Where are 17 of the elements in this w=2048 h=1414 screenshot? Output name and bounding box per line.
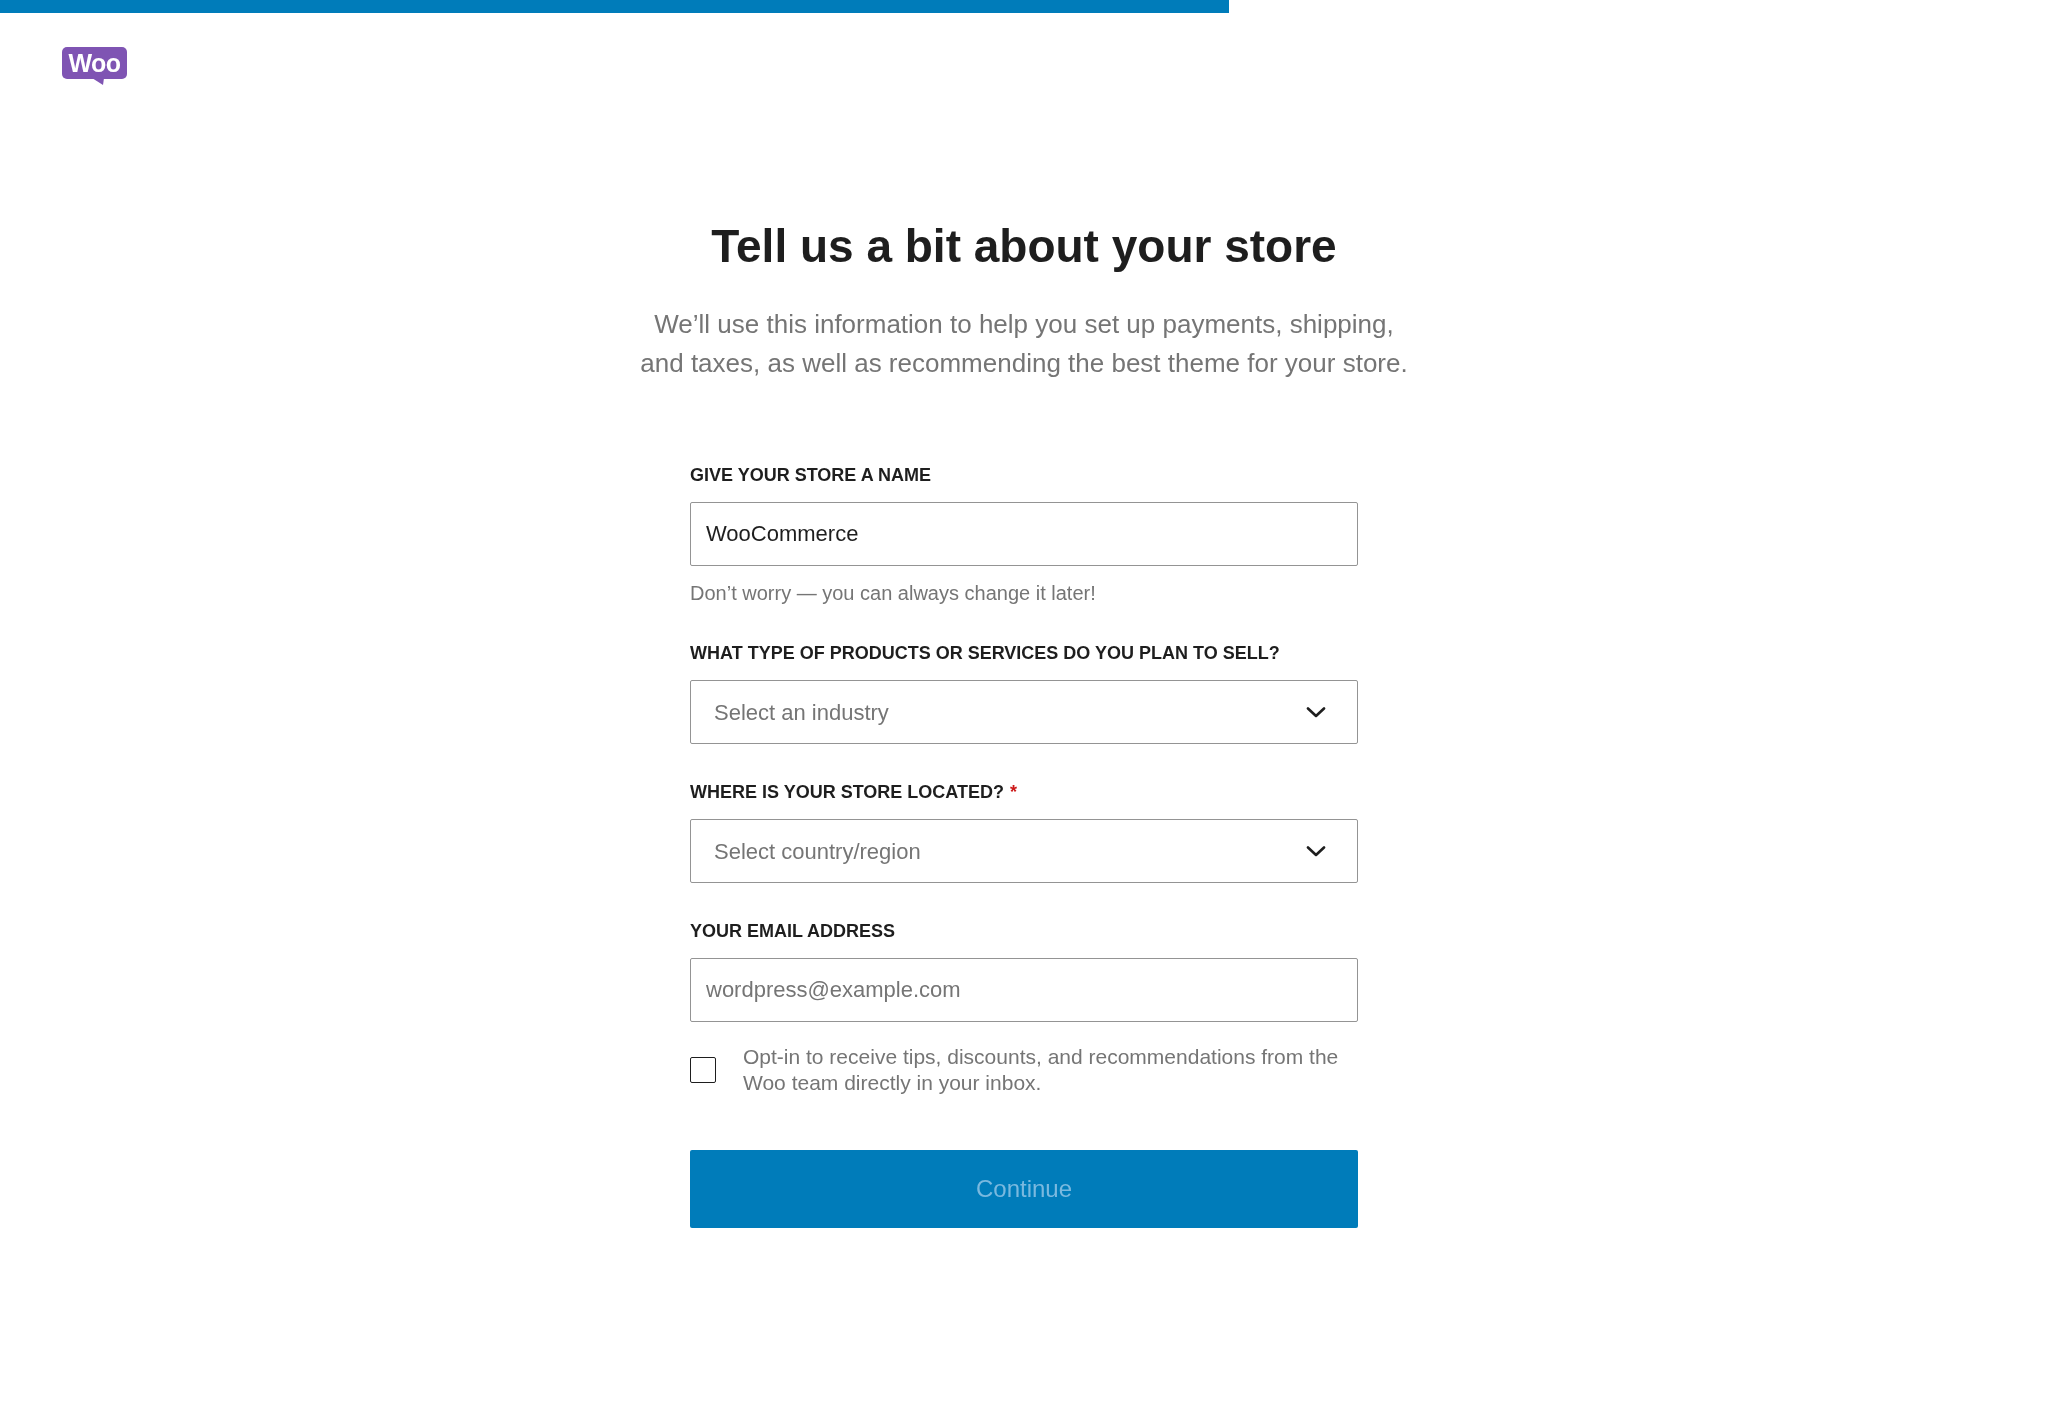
page-title: Tell us a bit about your store bbox=[711, 219, 1337, 274]
field-label: WHAT TYPE OF PRODUCTS OR SERVICES DO YOU PLAN TO SELL? bbox=[690, 642, 1280, 664]
dropdown[interactable]: Select an industry bbox=[690, 680, 1358, 744]
chevron-down-icon bbox=[1306, 706, 1326, 718]
checkbox[interactable] bbox=[690, 1057, 716, 1083]
chevron-down-icon bbox=[1306, 845, 1326, 857]
required-asterisk: * bbox=[1010, 781, 1018, 803]
field-label: GIVE YOUR STORE A NAME bbox=[690, 464, 932, 486]
dropdown[interactable]: Select country/region bbox=[690, 819, 1358, 883]
subtitle: We’ll use this information to help you set up payments, shipping, and taxes, as well as recommending the best theme for your store. bbox=[639, 308, 1409, 380]
help-text: Don’t worry — you can always change it later! bbox=[690, 581, 1097, 605]
field-label: YOUR EMAIL ADDRESS bbox=[690, 920, 896, 942]
woo-logo: Woo bbox=[62, 47, 127, 85]
email-input[interactable]: wordpress@example.com bbox=[690, 958, 1358, 1022]
text-input[interactable]: WooCommerce bbox=[690, 502, 1358, 566]
field-label: WHERE IS YOUR STORE LOCATED? bbox=[690, 781, 1005, 803]
opt-in-label: Opt-in to receive tips, discounts, and recommendations from the Woo team directly in your inbox. bbox=[743, 1044, 1340, 1096]
